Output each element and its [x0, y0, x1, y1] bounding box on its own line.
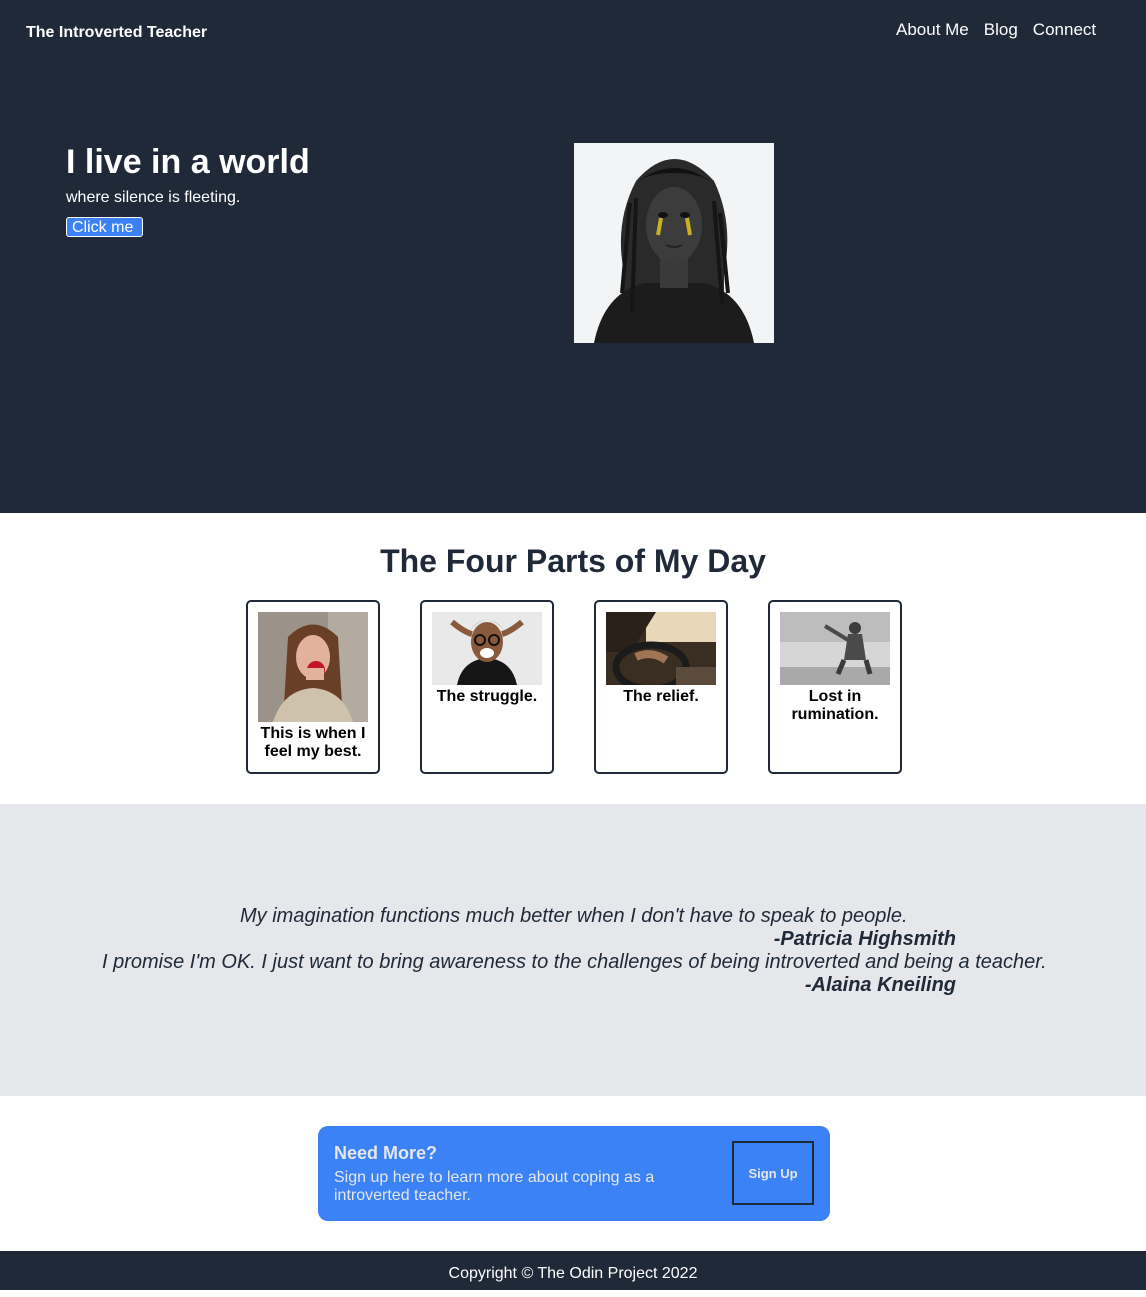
main-nav: About Me Blog Connect [896, 20, 1096, 40]
hero-text: I live in a world where silence is fleet… [66, 143, 310, 237]
card-rumination: Lost in rumination. [768, 600, 902, 774]
nav-blog[interactable]: Blog [984, 20, 1018, 40]
man-sitting-by-sea-image [780, 612, 890, 685]
four-parts-section: The Four Parts of My Day This is when I … [0, 513, 1146, 804]
quote-text: I promise I'm OK. I just want to bring a… [102, 951, 1047, 973]
card-relief: The relief. [594, 600, 728, 774]
quote-author: -Alaina Kneiling [804, 974, 956, 996]
hero-section: The Introverted Teacher About Me Blog Co… [0, 0, 1146, 513]
footer: Copyright © The Odin Project 2022 [0, 1251, 1146, 1290]
cta-text: Sign up here to learn more about coping … [334, 1169, 655, 1204]
copyright-text: Copyright © The Odin Project 2022 [448, 1265, 698, 1282]
card-caption: The struggle. [436, 688, 538, 705]
section-title: The Four Parts of My Day [380, 543, 766, 579]
nav-connect[interactable]: Connect [1033, 20, 1096, 40]
quote-author: -Patricia Highsmith [773, 928, 956, 950]
hero-title: I live in a world [66, 143, 310, 181]
card-caption: The relief. [623, 688, 699, 705]
cards-row: This is when I feel my best. The struggl… [246, 600, 902, 774]
woman-with-mug-image [258, 612, 368, 722]
cta-title: Need More? [334, 1143, 438, 1163]
nav-about-me[interactable]: About Me [896, 20, 969, 40]
sign-up-button[interactable]: Sign Up [732, 1141, 814, 1205]
cta-section: Need More? Sign up here to learn more ab… [0, 1096, 1146, 1251]
stressed-man-image [432, 612, 542, 685]
card-caption: This is when I feel my best. [260, 725, 366, 760]
card-caption: Lost in rumination. [791, 688, 879, 723]
card-best: This is when I feel my best. [246, 600, 380, 774]
card-struggle: The struggle. [420, 600, 554, 774]
quote-text: My imagination functions much better whe… [240, 905, 908, 927]
hero-subtitle: where silence is fleeting. [66, 189, 241, 206]
portrait-image [574, 143, 774, 343]
brand-logo[interactable]: The Introverted Teacher [26, 24, 207, 42]
driving-image [606, 612, 716, 685]
quotes-section: My imagination functions much better whe… [0, 804, 1146, 1096]
click-me-button[interactable]: Click me [66, 217, 143, 237]
signup-card: Need More? Sign up here to learn more ab… [318, 1126, 830, 1221]
